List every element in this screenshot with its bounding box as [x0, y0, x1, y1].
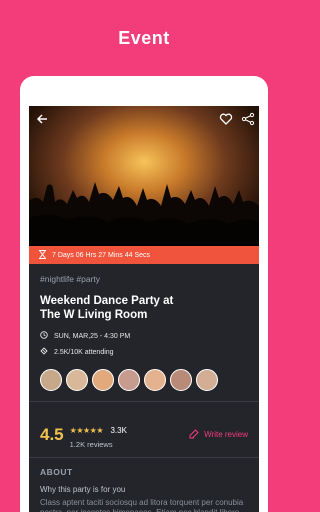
- write-review-button[interactable]: Write review: [189, 428, 248, 441]
- avatar[interactable]: [92, 369, 114, 391]
- countdown-bar: 7 Days 06 Hrs 27 Mins 44 Secs: [29, 246, 259, 264]
- event-datetime-row: SUN, MAR,25 - 4:30 PM: [40, 331, 248, 341]
- about-subheading: Why this party is for you: [40, 485, 126, 494]
- hero-image: [29, 106, 259, 246]
- avatar[interactable]: [40, 369, 62, 391]
- event-attending: 2.5K/10K attending: [54, 348, 114, 356]
- edit-icon: [189, 428, 199, 441]
- avatar[interactable]: [170, 369, 192, 391]
- rating-summary: ★★★★★ 3.3K 1.2K reviews: [70, 420, 127, 449]
- event-screen: 7 Days 06 Hrs 27 Mins 44 Secs #nightlife…: [29, 106, 259, 512]
- event-attending-row: 2.5K/10K attending: [40, 347, 248, 357]
- reviews-count[interactable]: 1.2K reviews: [70, 440, 127, 449]
- back-arrow-icon[interactable]: [35, 112, 49, 131]
- event-title-line2: The W Living Room: [40, 309, 148, 321]
- clock-icon: [40, 331, 48, 341]
- about-heading: ABOUT: [40, 467, 73, 477]
- divider: [29, 401, 259, 402]
- heart-icon[interactable]: [219, 112, 233, 131]
- avatar[interactable]: [66, 369, 88, 391]
- event-datetime: SUN, MAR,25 - 4:30 PM: [54, 332, 131, 340]
- about-text: Class aptent taciti sociosqu ad litora t…: [40, 498, 244, 512]
- event-title-line1: Weekend Dance Party at: [40, 295, 174, 307]
- page-heading: Event: [118, 28, 170, 48]
- avatar[interactable]: [118, 369, 140, 391]
- rating-count: 3.3K: [110, 426, 127, 435]
- attendee-avatars[interactable]: [40, 369, 248, 391]
- event-title: Weekend Dance Party at The W Living Room: [40, 294, 248, 322]
- hourglass-icon: [38, 249, 47, 261]
- share-icon[interactable]: [241, 112, 255, 131]
- write-review-label: Write review: [204, 430, 248, 439]
- rating-value: 4.5: [40, 424, 64, 444]
- countdown-text: 7 Days 06 Hrs 27 Mins 44 Secs: [52, 251, 151, 259]
- event-tags[interactable]: #nightlife #party: [40, 274, 248, 284]
- rating-row: 4.5 ★★★★★ 3.3K 1.2K reviews Write review: [29, 412, 259, 457]
- ticket-icon: [40, 347, 48, 357]
- avatar[interactable]: [196, 369, 218, 391]
- avatar[interactable]: [144, 369, 166, 391]
- star-rating-icon: ★★★★★: [69, 426, 104, 435]
